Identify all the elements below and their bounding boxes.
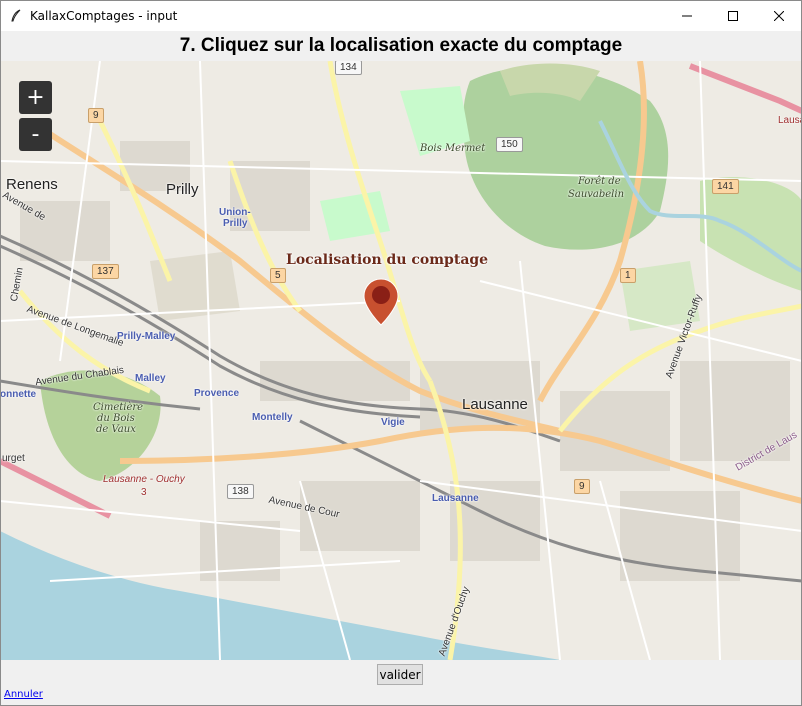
place-lausanne: Lausanne: [462, 396, 528, 413]
place-lausa-edge: Lausa: [778, 115, 802, 126]
route-shield-141: 141: [712, 179, 739, 194]
place-foret-1: Forêt de: [578, 176, 621, 187]
window-title: KallaxComptages - input: [30, 8, 178, 23]
place-cimetiere-3: de Vaux: [96, 424, 136, 435]
minimize-icon: [682, 15, 692, 16]
window-controls: [664, 0, 802, 31]
route-shield-9b: 9: [574, 479, 590, 494]
station-vigie: Vigie: [381, 417, 405, 428]
annuler-link[interactable]: Annuler: [4, 689, 43, 700]
place-ouchy: Lausanne - Ouchy: [103, 474, 185, 485]
minimize-button[interactable]: [664, 0, 710, 31]
place-onnette: onnette: [0, 389, 37, 400]
title-bar[interactable]: KallaxComptages - input: [0, 0, 802, 31]
map-tiles: [0, 61, 802, 660]
maximize-icon: [728, 10, 738, 21]
feather-icon: [8, 8, 24, 24]
route-shield-9a: 9: [88, 108, 104, 123]
route-shield-1: 1: [620, 268, 636, 283]
place-cimetiere-2: du Bois: [97, 413, 135, 424]
station-montelly: Montelly: [252, 412, 293, 423]
place-prilly: Prilly: [166, 181, 199, 198]
marker-label: Localisation du comptage: [286, 252, 489, 268]
zoom-out-button[interactable]: -: [19, 118, 52, 151]
place-foret-2: Sauvabelin: [568, 189, 625, 200]
station-lausanne: Lausanne: [432, 493, 479, 504]
zoom-in-button[interactable]: +: [19, 81, 52, 114]
route-shield-5: 5: [270, 268, 286, 283]
station-prilly-malley: Prilly-Malley: [117, 331, 176, 342]
place-urget: urget: [2, 453, 25, 464]
station-provence: Provence: [194, 388, 240, 399]
close-icon: [774, 10, 784, 21]
location-pin-icon[interactable]: [363, 278, 399, 331]
bottom-bar: valider Annuler: [0, 660, 802, 706]
map-view[interactable]: + - Renens Prilly Lausanne Bois Mermet F…: [0, 61, 802, 660]
station-union-prilly-2: Prilly: [223, 218, 248, 229]
place-renens: Renens: [6, 176, 58, 193]
place-cimetiere-1: Cimetière: [93, 402, 144, 413]
close-button[interactable]: [756, 0, 802, 31]
route-shield-138: 138: [227, 484, 254, 499]
station-malley: Malley: [135, 373, 166, 384]
place-ouchy-num: 3: [141, 487, 147, 498]
page-title: 7. Cliquez sur la localisation exacte du…: [179, 35, 623, 56]
route-shield-137: 137: [92, 264, 119, 279]
route-shield-134: 134: [335, 61, 362, 75]
station-union-prilly-1: Union-: [219, 207, 251, 218]
place-bois-mermet: Bois Mermet: [420, 143, 486, 154]
maximize-button[interactable]: [710, 0, 756, 31]
route-shield-150: 150: [496, 137, 523, 152]
valider-button[interactable]: valider: [377, 664, 423, 685]
